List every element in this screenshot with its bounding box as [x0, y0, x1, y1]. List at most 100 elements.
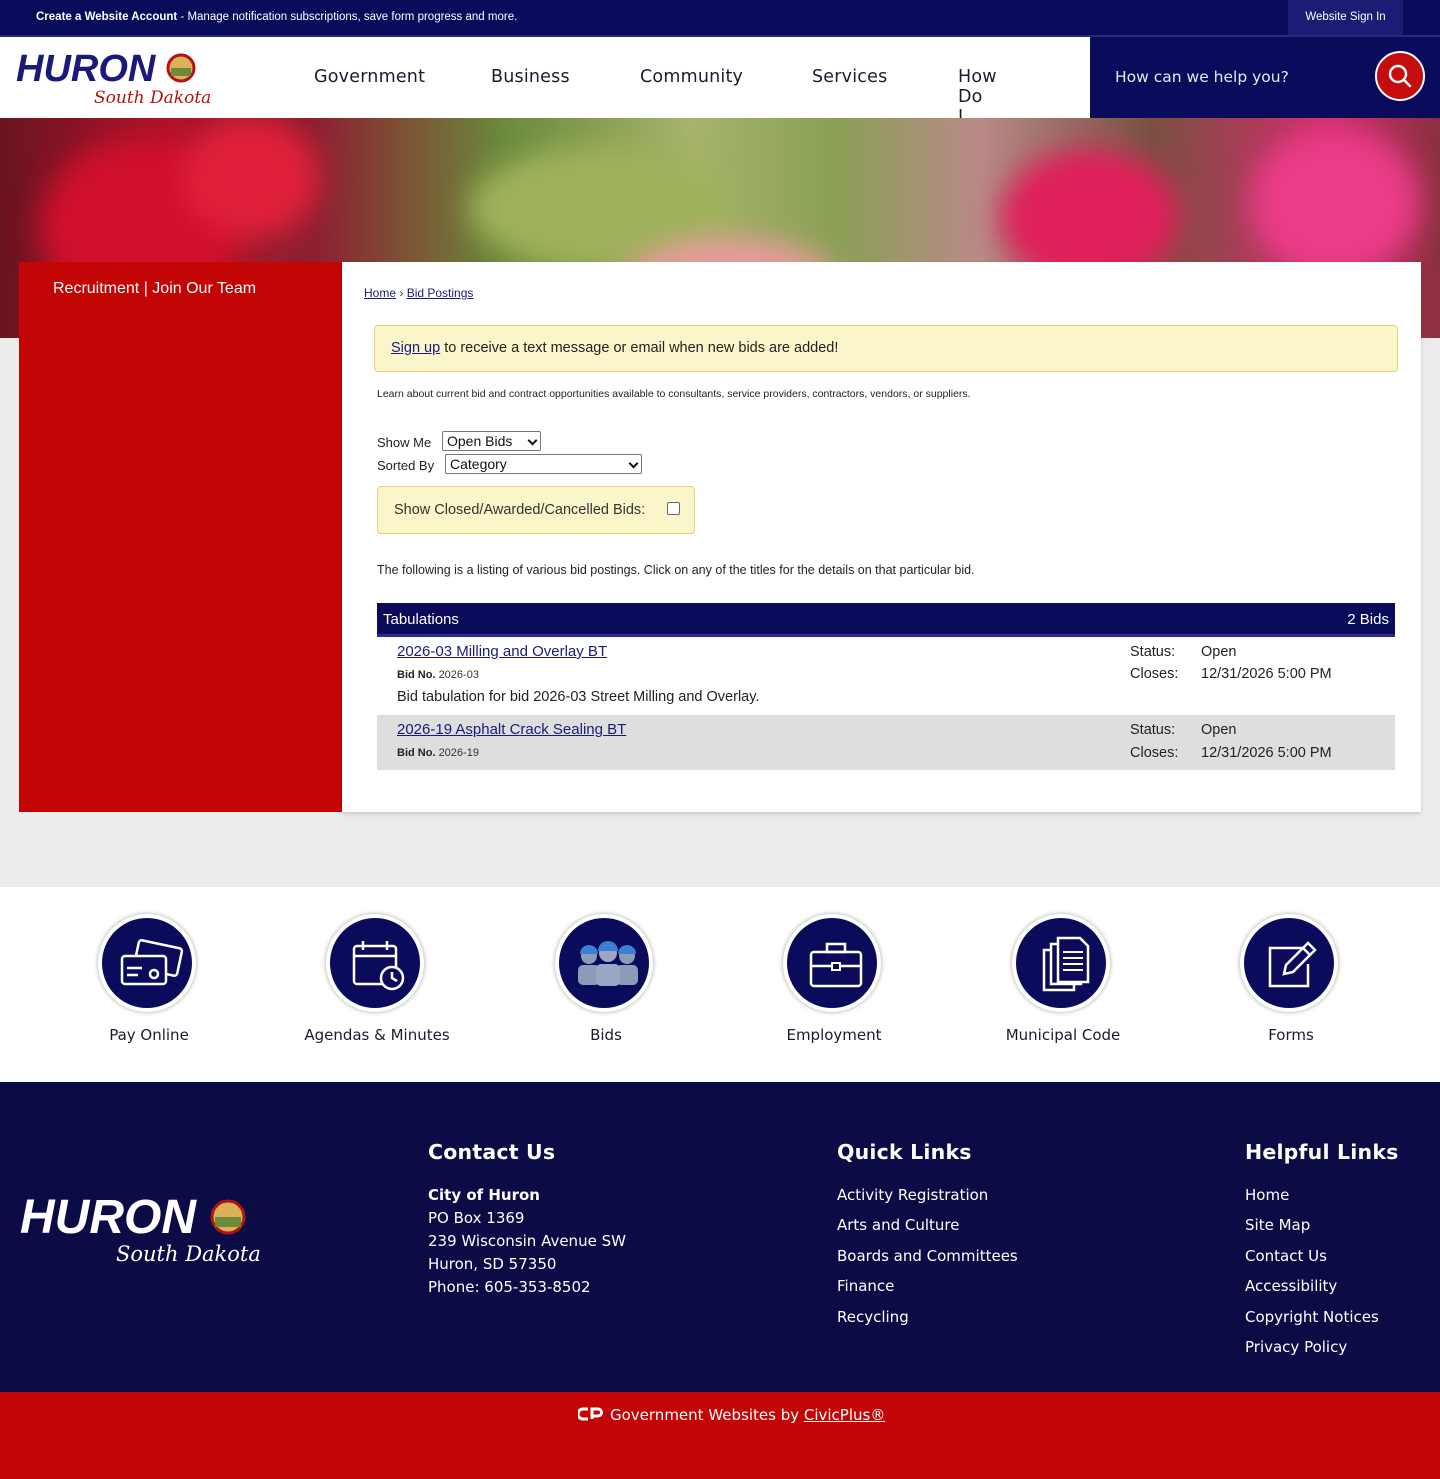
quick-link-pay-online[interactable]: Pay Online: [35, 887, 263, 1082]
chevron-down-icon: [628, 458, 639, 469]
breadcrumb-separator: ›: [399, 286, 404, 300]
listing-description: The following is a listing of various bi…: [377, 563, 975, 577]
closes-label: Closes:: [1130, 666, 1179, 682]
show-me-value: Open Bids: [447, 433, 513, 449]
workers-icon: [555, 914, 653, 1012]
logo-subtext: South Dakota: [94, 88, 211, 108]
bid-row: 2026-19 Asphalt Crack Sealing BT Bid No.…: [377, 715, 1395, 770]
footer-link-boards-and-committees[interactable]: Boards and Committees: [837, 1245, 1018, 1275]
logo-text: HURON: [16, 49, 157, 90]
quick-link-forms[interactable]: Forms: [1177, 887, 1405, 1082]
contact-line: 239 Wisconsin Avenue SW: [428, 1232, 626, 1250]
show-me-select[interactable]: Open Bids: [442, 431, 541, 451]
quick-link-bids[interactable]: Bids: [492, 887, 720, 1082]
footer-quick-links: Quick Links Activity Registration Arts a…: [837, 1140, 1018, 1336]
quick-link-employment[interactable]: Employment: [720, 887, 948, 1082]
nav-government[interactable]: Government: [314, 67, 425, 87]
footer-link-finance[interactable]: Finance: [837, 1275, 1018, 1305]
bid-count: 2 Bids: [1347, 611, 1389, 628]
quick-link-label: Forms: [1268, 1026, 1314, 1044]
sign-up-link[interactable]: Sign up: [391, 340, 440, 356]
footer-link-site-map[interactable]: Site Map: [1245, 1214, 1399, 1244]
contact-phone[interactable]: Phone: 605-353-8502: [428, 1276, 626, 1299]
website-sign-in-button[interactable]: Website Sign In: [1288, 0, 1403, 35]
civicplus-credit: Government Websites by CivicPlus®: [576, 1406, 885, 1424]
documents-icon: [1012, 914, 1110, 1012]
contact-line: PO Box 1369: [428, 1209, 525, 1227]
create-account-link[interactable]: Create a Website Account: [36, 11, 177, 23]
footer-link-accessibility[interactable]: Accessibility: [1245, 1275, 1399, 1305]
civicplus-logo-icon: [576, 1407, 603, 1421]
closes-label: Closes:: [1130, 745, 1179, 761]
chevron-down-icon: [527, 435, 538, 446]
status-label: Status:: [1130, 644, 1176, 660]
show-me-label: Show Me: [377, 435, 432, 450]
quick-link-municipal-code[interactable]: Municipal Code: [949, 887, 1177, 1082]
edit-form-icon: [1240, 914, 1338, 1012]
category-name: Tabulations: [383, 611, 459, 628]
footer-link-arts-and-culture[interactable]: Arts and Culture: [837, 1214, 1018, 1244]
show-closed-bids-box: Show Closed/Awarded/Cancelled Bids:: [377, 486, 695, 534]
quick-link-label: Municipal Code: [1005, 1026, 1121, 1044]
site-footer: HURON South Dakota Contact Us City of Hu…: [0, 1082, 1440, 1392]
footer-link-contact-us[interactable]: Contact Us: [1245, 1245, 1399, 1275]
breadcrumb-home[interactable]: Home: [364, 286, 396, 300]
closes-value: 12/31/2026 5:00 PM: [1201, 745, 1332, 761]
search-box: How can we help you?: [1090, 37, 1440, 118]
search-input[interactable]: How can we help you?: [1115, 68, 1289, 86]
footer-link-activity-registration[interactable]: Activity Registration: [837, 1184, 1018, 1214]
intro-text: Learn about current bid and contract opp…: [377, 388, 971, 400]
breadcrumb-bid-postings[interactable]: Bid Postings: [407, 286, 474, 300]
closes-value: 12/31/2026 5:00 PM: [1201, 666, 1332, 682]
status-value: Open: [1201, 644, 1237, 660]
civicplus-link[interactable]: CivicPlus®: [804, 1406, 885, 1424]
bid-title-link[interactable]: 2026-03 Milling and Overlay BT: [397, 643, 607, 660]
main-content: Home › Bid Postings Sign up to receive a…: [342, 262, 1421, 812]
bid-number: Bid No. 2026-03: [397, 669, 479, 681]
nav-community[interactable]: Community: [640, 67, 743, 87]
quick-link-agendas-minutes[interactable]: Agendas & Minutes: [263, 887, 491, 1082]
contact-line: Huron, SD 57350: [428, 1255, 557, 1273]
footer-logo[interactable]: HURON South Dakota: [18, 1187, 318, 1267]
signup-alert-text: to receive a text message or email when …: [440, 340, 839, 356]
breadcrumb: Home › Bid Postings: [364, 286, 473, 300]
site-header: HURON South Dakota Government Business C…: [0, 35, 1440, 127]
footer-helpful-links: Helpful Links Home Site Map Contact Us A…: [1245, 1140, 1399, 1366]
sorted-by-label: Sorted By: [377, 458, 435, 473]
sorted-by-select[interactable]: Category: [445, 454, 642, 474]
create-account-text: - Manage notification subscriptions, sav…: [177, 11, 518, 23]
sidebar-item-recruitment[interactable]: Recruitment | Join Our Team: [53, 280, 256, 298]
show-closed-bids-label: Show Closed/Awarded/Cancelled Bids:: [394, 502, 646, 518]
sidebar: Recruitment | Join Our Team: [19, 262, 342, 812]
contact-name: City of Huron: [428, 1186, 540, 1204]
credit-bar: Government Websites by CivicPlus®: [0, 1392, 1440, 1479]
quick-link-label: Pay Online: [109, 1026, 189, 1044]
nav-services[interactable]: Services: [812, 67, 887, 87]
signup-alert: Sign up to receive a text message or ema…: [374, 325, 1398, 372]
svg-text:South Dakota: South Dakota: [116, 1242, 261, 1266]
quick-links-strip: Pay Online Agendas & Minutes Bids Employ…: [0, 887, 1440, 1082]
bid-title-link[interactable]: 2026-19 Asphalt Crack Sealing BT: [397, 721, 626, 738]
show-closed-bids-checkbox[interactable]: [667, 502, 680, 515]
svg-text:HURON: HURON: [20, 1191, 197, 1244]
footer-contact: Contact Us City of Huron PO Box 1369 239…: [428, 1140, 626, 1299]
bid-number: Bid No. 2026-19: [397, 747, 479, 759]
create-account-message[interactable]: Create a Website Account - Manage notifi…: [36, 11, 517, 23]
search-button[interactable]: [1375, 51, 1425, 101]
bid-description: Bid tabulation for bid 2026-03 Street Mi…: [397, 689, 760, 705]
status-label: Status:: [1130, 722, 1176, 738]
credit-text: Government Websites by: [610, 1406, 804, 1424]
footer-contact-heading: Contact Us: [428, 1140, 556, 1164]
quick-link-label: Employment: [786, 1026, 882, 1044]
footer-link-copyright-notices[interactable]: Copyright Notices: [1245, 1306, 1399, 1336]
top-account-bar: Create a Website Account - Manage notifi…: [0, 0, 1440, 35]
footer-link-privacy-policy[interactable]: Privacy Policy: [1245, 1336, 1399, 1366]
bid-row: 2026-03 Milling and Overlay BT Bid No. 2…: [377, 637, 1395, 715]
footer-link-recycling[interactable]: Recycling: [837, 1306, 1018, 1336]
footer-link-home[interactable]: Home: [1245, 1184, 1399, 1214]
quick-link-label: Agendas & Minutes: [304, 1026, 450, 1044]
calendar-clock-icon: [326, 914, 424, 1012]
status-value: Open: [1201, 722, 1237, 738]
huron-logo[interactable]: HURON South Dakota: [14, 48, 254, 109]
nav-business[interactable]: Business: [491, 67, 570, 87]
